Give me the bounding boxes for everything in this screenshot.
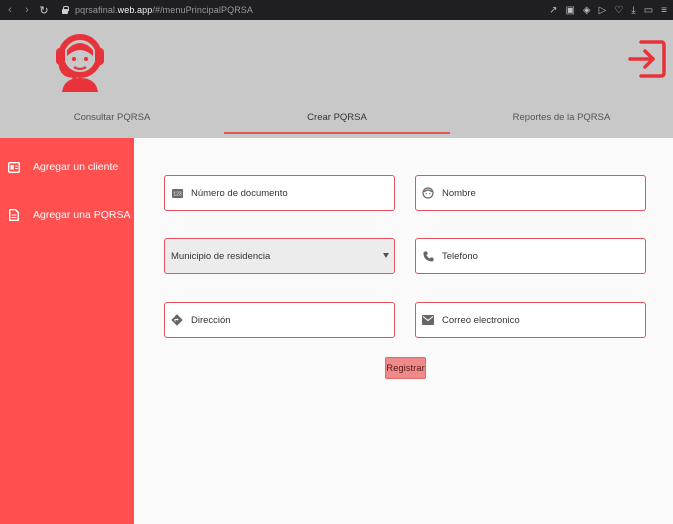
lock-icon — [61, 6, 69, 14]
sidebar-item-label: Agregar un cliente — [33, 161, 119, 173]
main-tabs: Consultar PQRSA Crear PQRSA Reportes de … — [0, 106, 673, 138]
address-field[interactable]: Dirección — [164, 302, 395, 338]
svg-text:123: 123 — [173, 191, 182, 197]
logout-icon[interactable] — [625, 38, 667, 80]
url-path: /#/menuPrincipalPQRSA — [152, 5, 254, 15]
phone-placeholder: Telefono — [442, 250, 478, 262]
url-domain: web.app — [117, 5, 153, 15]
menu-icon[interactable]: ≡ — [661, 5, 667, 16]
reload-icon[interactable]: ↻ — [37, 4, 51, 17]
tab-reportes-pqrsa[interactable]: Reportes de la PQRSA — [450, 106, 673, 138]
address-bar[interactable]: pqrsafinal.web.app/#/menuPrincipalPQRSA — [75, 5, 253, 15]
camera-icon[interactable]: ▣ — [565, 5, 574, 16]
directions-icon — [171, 314, 183, 326]
browser-extension-icons: ↗ ▣ ◈ ▷ ♡ ⤓ ▭ ≡ — [549, 0, 667, 20]
url-prefix: pqrsafinal. — [75, 5, 118, 15]
tab-crear-pqrsa[interactable]: Crear PQRSA — [224, 106, 450, 138]
download-icon[interactable]: ⤓ — [631, 5, 635, 16]
municipality-value: Municipio de residencia — [171, 250, 271, 262]
phone-field[interactable]: Telefono — [415, 238, 646, 274]
sidebar: Agregar un cliente Agregar una PQRSA — [0, 138, 134, 524]
phone-icon — [422, 250, 434, 262]
register-button[interactable]: Registrar — [385, 357, 426, 379]
heart-icon[interactable]: ♡ — [614, 5, 623, 16]
id-card-icon: 123 — [171, 187, 183, 199]
face-icon — [422, 187, 434, 199]
document-number-placeholder: Número de documento — [191, 187, 288, 199]
sidebar-item-agregar-cliente[interactable]: Agregar un cliente — [0, 156, 134, 178]
document-number-field[interactable]: 123 Número de documento — [164, 175, 395, 211]
email-placeholder: Correo electronico — [442, 314, 520, 326]
chevron-down-icon — [383, 253, 389, 258]
municipality-select[interactable]: Municipio de residencia — [164, 238, 395, 274]
contact-card-icon — [7, 160, 21, 174]
back-icon[interactable]: ‹ — [3, 4, 17, 16]
name-placeholder: Nombre — [442, 187, 476, 199]
support-agent-logo — [56, 34, 104, 92]
battery-icon[interactable]: ▭ — [644, 5, 653, 16]
share-icon[interactable]: ↗ — [549, 5, 557, 16]
email-field[interactable]: Correo electronico — [415, 302, 646, 338]
app-header: Consultar PQRSA Crear PQRSA Reportes de … — [0, 20, 673, 138]
forward-icon[interactable]: › — [20, 4, 34, 16]
shield-icon[interactable]: ◈ — [583, 5, 591, 16]
address-placeholder: Dirección — [191, 314, 231, 326]
name-field[interactable]: Nombre — [415, 175, 646, 211]
mail-icon — [422, 314, 434, 326]
sidebar-item-agregar-pqrsa[interactable]: Agregar una PQRSA — [0, 204, 134, 226]
document-icon — [7, 208, 21, 222]
play-icon[interactable]: ▷ — [599, 5, 607, 16]
tab-consultar-pqrsa[interactable]: Consultar PQRSA — [0, 106, 224, 138]
sidebar-item-label: Agregar una PQRSA — [33, 209, 131, 221]
browser-toolbar: ‹ › ↻ pqrsafinal.web.app/#/menuPrincipal… — [0, 0, 673, 20]
